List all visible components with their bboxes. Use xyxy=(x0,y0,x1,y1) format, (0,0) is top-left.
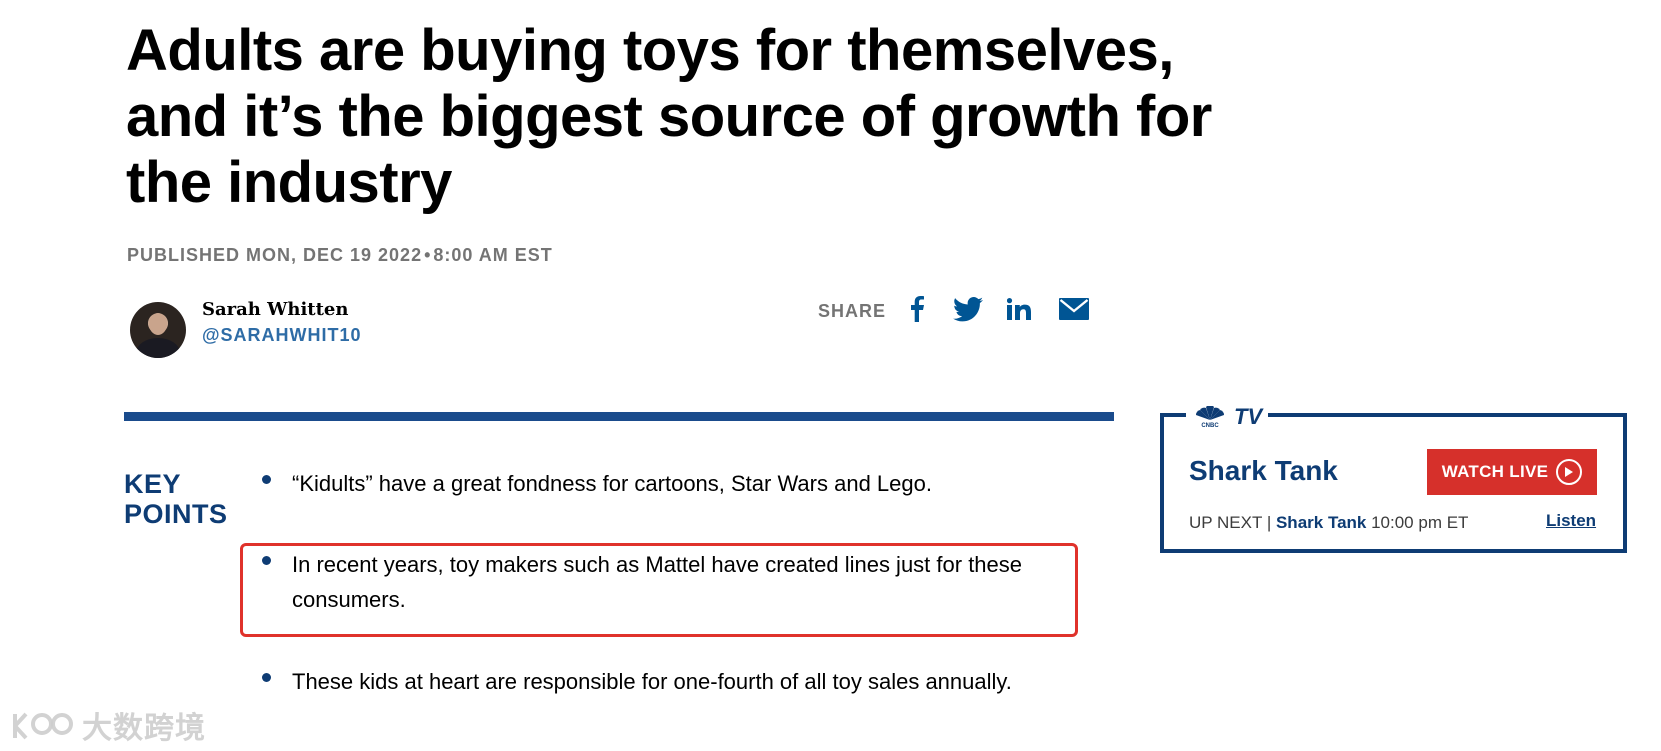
author-twitter-handle-link[interactable]: @SARAHWHIT10 xyxy=(202,325,362,346)
listen-link[interactable]: Listen xyxy=(1546,511,1596,531)
watermark: 大数跨境 xyxy=(12,706,206,745)
highlight-annotation-box xyxy=(240,543,1078,637)
tv-logo-text: TV xyxy=(1234,404,1263,429)
linkedin-icon[interactable] xyxy=(1006,294,1032,324)
published-label: PUBLISHED MON, DEC 19 2022 xyxy=(127,245,423,265)
watermark-logo-icon xyxy=(13,712,73,740)
play-icon xyxy=(1556,459,1583,485)
published-date: PUBLISHED MON, DEC 19 2022 • 8:00 AM EST xyxy=(127,245,553,266)
article-page: Adults are buying toys for themselves, a… xyxy=(0,0,1661,751)
svg-text:CNBC: CNBC xyxy=(1201,423,1219,428)
key-point-item: These kids at heart are responsible for … xyxy=(262,664,1022,699)
watch-live-button[interactable]: WATCH LIVE xyxy=(1427,449,1597,495)
twitter-icon[interactable] xyxy=(952,294,984,324)
tv-show-title[interactable]: Shark Tank xyxy=(1189,455,1338,487)
cnbc-peacock-icon: CNBC xyxy=(1195,406,1225,428)
share-label: SHARE xyxy=(818,301,887,321)
up-next-label: UP NEXT xyxy=(1189,513,1263,532)
published-time: 8:00 AM EST xyxy=(433,245,553,265)
author-avatar[interactable] xyxy=(130,302,186,358)
facebook-icon[interactable] xyxy=(906,294,928,324)
section-divider xyxy=(124,412,1114,421)
author-name-link[interactable]: Sarah Whitten xyxy=(202,299,348,320)
watch-live-label: WATCH LIVE xyxy=(1441,462,1549,481)
published-separator: • xyxy=(424,245,432,265)
article-headline: Adults are buying toys for themselves, a… xyxy=(126,18,1212,215)
watermark-text: 大数跨境 xyxy=(82,712,206,745)
cnbc-tv-logo: CNBC TV xyxy=(1186,403,1269,431)
bullet-icon xyxy=(262,475,271,484)
up-next-separator: | xyxy=(1266,513,1272,532)
key-points-heading: KEY POINTS xyxy=(124,469,228,529)
up-next-time: 10:00 pm ET xyxy=(1371,513,1469,532)
up-next-line: UP NEXT | Shark Tank 10:00 pm ET xyxy=(1189,513,1468,533)
key-point-item: “Kidults” have a great fondness for cart… xyxy=(262,466,1062,501)
email-icon[interactable] xyxy=(1058,294,1090,324)
bullet-icon xyxy=(262,673,271,682)
up-next-show: Shark Tank xyxy=(1275,513,1367,532)
